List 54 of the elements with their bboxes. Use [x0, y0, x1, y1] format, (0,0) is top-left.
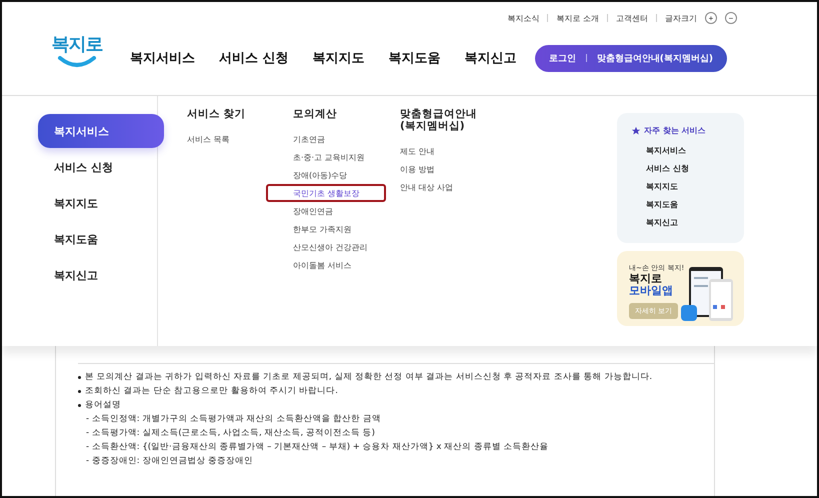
note-subitem: - 소득인정액: 개별가구의 소득평가액과 재산의 소득환산액을 합산한 금액: [86, 413, 382, 426]
favorite-link[interactable]: 복지서비스: [646, 142, 744, 160]
note-text: 조회하신 결과는 단순 참고용으로만 활용하여 주시기 바랍니다.: [85, 385, 338, 398]
column-title: 서비스 찾기: [187, 108, 247, 120]
bullet-icon: [78, 376, 81, 379]
menu-link[interactable]: 안내 대상 사업: [400, 178, 540, 196]
top-link[interactable]: 복지소식: [507, 12, 540, 24]
favorite-link[interactable]: 복지도움: [646, 196, 744, 214]
header-link[interactable]: 로그인: [548, 52, 576, 64]
banner-title: 복지로: [629, 273, 663, 285]
menu-link[interactable]: 초·중·고 교육비지원: [293, 148, 400, 166]
menu-link[interactable]: 장애(아동)수당: [293, 166, 400, 184]
note-subitem: - 중증장애인: 장애인연금법상 중증장애인: [86, 455, 254, 468]
sidebar-item[interactable]: 서비스 신청: [38, 150, 164, 184]
smile-icon: [57, 56, 97, 68]
menu-link[interactable]: 서비스 목록: [187, 130, 293, 148]
menu-link[interactable]: 기초연금: [293, 130, 400, 148]
nav-item[interactable]: 복지신고: [464, 49, 517, 67]
nav-item[interactable]: 복지도움: [388, 49, 441, 67]
menu-link[interactable]: 산모신생아 건강관리: [293, 238, 400, 256]
menu-link[interactable]: 이용 방법: [400, 160, 540, 178]
sidebar-item[interactable]: 복지서비스: [38, 114, 164, 148]
sidebar-item[interactable]: 복지신고: [38, 258, 164, 292]
note-text: 용어설명: [85, 399, 121, 412]
note-subitem: - 소득평가액: 실제소득(근로소득, 사업소득, 재산소득, 공적이전소득 등): [86, 427, 376, 440]
font-size-label: 글자크기: [665, 12, 697, 24]
favorite-link[interactable]: 복지신고: [646, 214, 744, 232]
note-text: 본 모의계산 결과는 귀하가 입력하신 자료를 기초로 제공되며, 실제 정확한 선정 여부 결과는 서비스신청 후 공적자료 조사를 통해 가능합니다.: [85, 371, 652, 384]
bullet-icon: [78, 390, 81, 393]
nav-item[interactable]: 복지지도: [312, 49, 365, 67]
bullet-icon: [78, 404, 81, 407]
menu-link[interactable]: 아이돌봄 서비스: [293, 256, 400, 274]
menu-link[interactable]: 제도 안내: [400, 142, 540, 160]
banner-subtitle: 모바일앱: [629, 285, 674, 297]
favorites-title: 자주 찾는 서비스: [644, 125, 706, 136]
sidebar-item[interactable]: 복지지도: [38, 186, 164, 220]
nav-item[interactable]: 복지서비스: [130, 49, 195, 67]
note-subitem: - 소득환산액: {(일반·금융재산의 종류별가액 – 기본재산액 – 부채) + 승용차 재산가액} x 재산의 종류별 소득환산율: [86, 441, 550, 454]
top-link[interactable]: 고객센터: [616, 12, 648, 24]
star-icon: [631, 126, 641, 136]
nav-item[interactable]: 서비스 신청: [219, 49, 289, 67]
font-size-button[interactable]: +: [705, 12, 717, 24]
logo[interactable]: 복지로: [52, 32, 102, 56]
font-size-button[interactable]: −: [725, 12, 737, 24]
favorite-link[interactable]: 서비스 신청: [646, 160, 744, 178]
column-title: 모의계산: [293, 108, 338, 120]
favorite-link[interactable]: 복지지도: [646, 178, 744, 196]
menu-link[interactable]: 한부모 가족지원: [293, 220, 400, 238]
sidebar-item[interactable]: 복지도움: [38, 222, 164, 256]
column-title: 맞춤형급여안내 (복지멤버십): [400, 108, 478, 132]
menu-link[interactable]: 국민기초 생활보장: [266, 184, 386, 202]
top-link[interactable]: 복지로 소개: [556, 12, 599, 24]
menu-link[interactable]: 장애인연금: [293, 202, 400, 220]
header-link[interactable]: 맞춤형급여안내(복지멤버십): [596, 52, 713, 64]
